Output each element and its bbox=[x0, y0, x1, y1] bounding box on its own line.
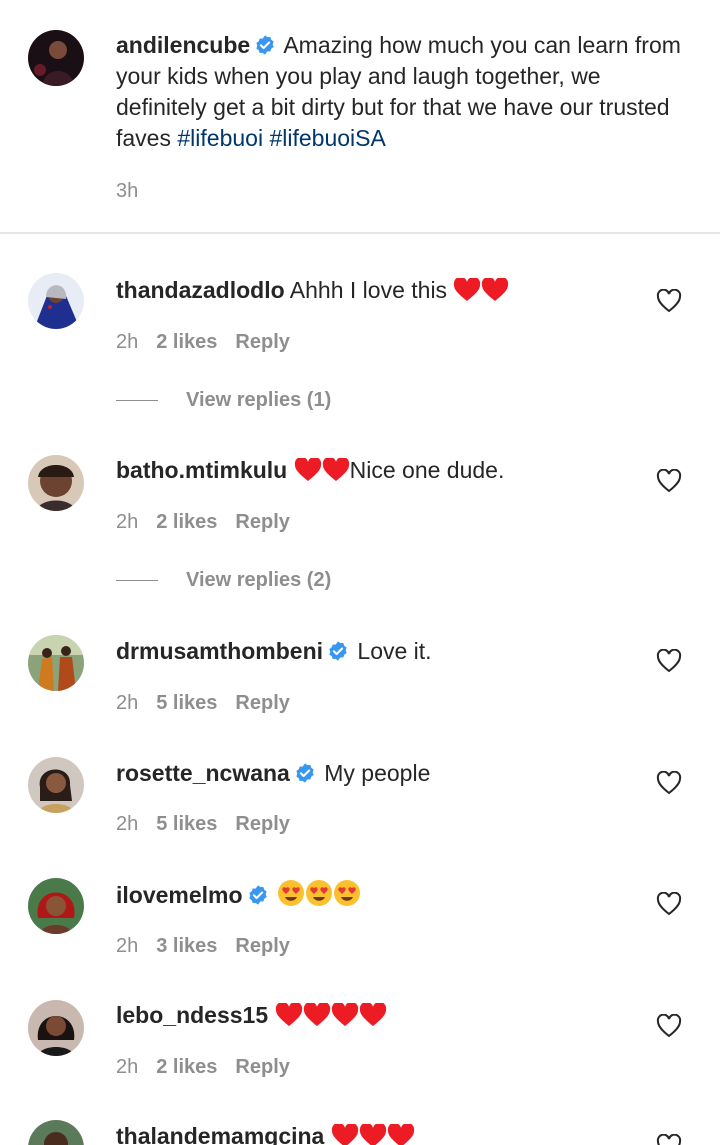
comment-body: Ahhh I love this bbox=[289, 277, 448, 303]
comment-text-block: batho.mtimkulu Nice one dude. bbox=[116, 455, 696, 490]
red-heart-emoji-icon bbox=[359, 1122, 387, 1145]
comment-timestamp: 2h bbox=[116, 813, 139, 835]
view-replies-line bbox=[116, 400, 158, 402]
comment-username[interactable]: drmusamthombeni bbox=[116, 638, 323, 664]
caption-username[interactable]: andilencube bbox=[116, 32, 250, 58]
comment-likes-count[interactable]: 3 likes bbox=[156, 935, 217, 957]
caption-divider bbox=[0, 232, 720, 234]
commenter-avatar[interactable] bbox=[28, 757, 84, 813]
hashtag-link[interactable]: #lifebuoiSA bbox=[269, 125, 385, 151]
red-heart-emoji-icon bbox=[294, 456, 322, 490]
reply-button[interactable]: Reply bbox=[235, 813, 289, 835]
comment-body: Nice one dude. bbox=[349, 457, 505, 483]
comment-meta: 2h 2 likes Reply bbox=[116, 511, 290, 534]
like-heart-icon[interactable] bbox=[656, 289, 682, 313]
caption-meta: 3h bbox=[116, 180, 138, 203]
verified-badge-icon bbox=[247, 883, 269, 905]
view-replies-button[interactable]: View replies (1) bbox=[116, 389, 331, 413]
comment-username[interactable]: lebo_ndess15 bbox=[116, 1002, 268, 1028]
comment-body: Love it. bbox=[357, 638, 432, 664]
view-replies-line bbox=[116, 580, 158, 582]
comment-likes-count[interactable]: 2 likes bbox=[156, 1056, 217, 1078]
like-heart-icon[interactable] bbox=[656, 771, 682, 795]
like-heart-icon[interactable] bbox=[656, 649, 682, 673]
comment-text-block: lebo_ndess15 bbox=[116, 1000, 696, 1035]
comment-timestamp: 2h bbox=[116, 511, 139, 533]
verified-badge-icon bbox=[254, 33, 276, 55]
red-heart-emoji-icon bbox=[331, 1122, 359, 1145]
comment-likes-count[interactable]: 2 likes bbox=[156, 511, 217, 533]
commenter-avatar[interactable] bbox=[28, 878, 84, 934]
reply-button[interactable]: Reply bbox=[235, 511, 289, 533]
red-heart-emoji-icon bbox=[387, 1122, 415, 1145]
comment-meta: 2h 5 likes Reply bbox=[116, 692, 290, 715]
reply-button[interactable]: Reply bbox=[235, 692, 289, 714]
caption-text-block: andilencube Amazing how much you can lea… bbox=[116, 30, 696, 154]
comment-meta: 2h 2 likes Reply bbox=[116, 331, 290, 354]
comment-text-block: thalandemamgcina bbox=[116, 1121, 696, 1145]
commenter-avatar[interactable] bbox=[28, 273, 84, 329]
heart-eyes-emoji-icon bbox=[277, 879, 305, 915]
comment-meta: 2h 2 likes Reply bbox=[116, 1056, 290, 1079]
verified-badge-icon bbox=[294, 761, 316, 783]
red-heart-emoji-icon bbox=[481, 276, 509, 310]
comment-username[interactable]: thandazadlodlo bbox=[116, 277, 285, 303]
comment-likes-count[interactable]: 5 likes bbox=[156, 813, 217, 835]
hashtag-link[interactable]: #lifebuoi bbox=[177, 125, 263, 151]
comment-timestamp: 2h bbox=[116, 935, 139, 957]
comment-text-block: thandazadlodlo Ahhh I love this bbox=[116, 275, 696, 310]
comment-username[interactable]: rosette_ncwana bbox=[116, 760, 290, 786]
verified-badge-icon bbox=[327, 639, 349, 661]
red-heart-emoji-icon bbox=[275, 1001, 303, 1035]
commenter-avatar[interactable] bbox=[28, 1000, 84, 1056]
heart-eyes-emoji-icon bbox=[333, 879, 361, 915]
comment-timestamp: 2h bbox=[116, 331, 139, 353]
comment-timestamp: 2h bbox=[116, 1056, 139, 1078]
like-heart-icon[interactable] bbox=[656, 1134, 682, 1145]
red-heart-emoji-icon bbox=[303, 1001, 331, 1035]
heart-eyes-emoji-icon bbox=[305, 879, 333, 915]
comment-text-block: drmusamthombeni Love it. bbox=[116, 636, 696, 667]
comment-username[interactable]: thalandemamgcina bbox=[116, 1123, 324, 1145]
commenter-avatar[interactable] bbox=[28, 1120, 84, 1145]
view-replies-label: View replies (2) bbox=[186, 569, 332, 591]
like-heart-icon[interactable] bbox=[656, 469, 682, 493]
post-caption: andilencube Amazing how much you can lea… bbox=[0, 0, 720, 232]
reply-button[interactable]: Reply bbox=[235, 331, 289, 353]
reply-button[interactable]: Reply bbox=[235, 1056, 289, 1078]
view-replies-label: View replies (1) bbox=[186, 389, 332, 411]
comment-username[interactable]: batho.mtimkulu bbox=[116, 457, 287, 483]
red-heart-emoji-icon bbox=[322, 456, 350, 490]
comment-likes-count[interactable]: 2 likes bbox=[156, 331, 217, 353]
commenter-avatar[interactable] bbox=[28, 455, 84, 511]
reply-button[interactable]: Reply bbox=[235, 935, 289, 957]
red-heart-emoji-icon bbox=[331, 1001, 359, 1035]
comment-meta: 2h 3 likes Reply bbox=[116, 935, 290, 958]
like-heart-icon[interactable] bbox=[656, 1014, 682, 1038]
comment-username[interactable]: ilovemelmo bbox=[116, 882, 243, 908]
caption-author-avatar[interactable] bbox=[28, 30, 84, 86]
view-replies-button[interactable]: View replies (2) bbox=[116, 569, 331, 593]
comment-meta: 2h 5 likes Reply bbox=[116, 813, 290, 836]
comment-body: My people bbox=[324, 760, 431, 786]
red-heart-emoji-icon bbox=[453, 276, 481, 310]
caption-timestamp: 3h bbox=[116, 180, 139, 202]
comment-text-block: rosette_ncwana My people bbox=[116, 758, 696, 789]
comment-timestamp: 2h bbox=[116, 692, 139, 714]
comment-text-block: ilovemelmo bbox=[116, 879, 696, 915]
like-heart-icon[interactable] bbox=[656, 892, 682, 916]
commenter-avatar[interactable] bbox=[28, 635, 84, 691]
red-heart-emoji-icon bbox=[359, 1001, 387, 1035]
comment-likes-count[interactable]: 5 likes bbox=[156, 692, 217, 714]
